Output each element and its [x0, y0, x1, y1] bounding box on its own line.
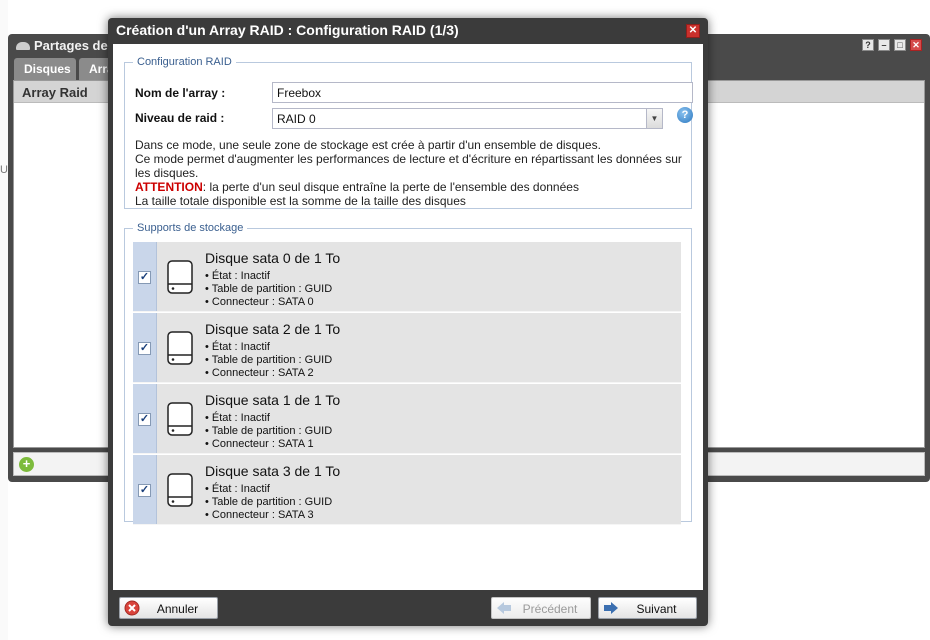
disk-row[interactable]: ✓ Disque sata 1 de 1 To • État : Inactif…	[133, 384, 681, 454]
previous-label: Précédent	[522, 602, 578, 616]
raid-config-fieldset: Configuration RAID Nom de l'array : Nive…	[124, 56, 693, 209]
total-size-text: La taille totale disponible est la somme…	[135, 194, 466, 208]
disk-partition-table: • Table de partition : GUID	[205, 496, 333, 508]
background-window-title: Partages de	[34, 38, 108, 53]
disk-partition-table: • Table de partition : GUID	[205, 283, 333, 295]
disk-connector: • Connecteur : SATA 2	[205, 367, 314, 379]
raid-level-label: Niveau de raid :	[135, 111, 225, 125]
drive-icon	[16, 42, 30, 50]
disk-checkbox[interactable]: ✓	[138, 342, 151, 355]
disk-state: • État : Inactif	[205, 412, 270, 424]
disk-partition-table: • Table de partition : GUID	[205, 354, 333, 366]
disk-name: Disque sata 1 de 1 To	[205, 392, 341, 408]
raid-creation-dialog: Création d'un Array RAID : Configuration…	[108, 18, 708, 626]
dialog-close-button[interactable]: ✕	[686, 24, 700, 38]
disk-list: ✓ Disque sata 0 de 1 To • État : Inactif…	[133, 242, 681, 526]
desktop-edge: U	[0, 0, 8, 640]
disk-checkbox[interactable]: ✓	[138, 271, 151, 284]
disk-connector: • Connecteur : SATA 3	[205, 509, 314, 521]
hard-drive-icon	[167, 402, 193, 436]
background-close-button[interactable]: ✕	[910, 39, 922, 51]
cancel-button[interactable]: Annuler	[119, 597, 218, 619]
help-button[interactable]: ?	[862, 39, 874, 51]
disk-checkbox[interactable]: ✓	[138, 413, 151, 426]
disk-row[interactable]: ✓ Disque sata 0 de 1 To • État : Inactif…	[133, 242, 681, 312]
array-name-label: Nom de l'array :	[135, 86, 226, 100]
raid-level-value: RAID 0	[277, 112, 316, 126]
tab-disques[interactable]: Disques	[14, 58, 76, 80]
attention-line: ATTENTION: la perte d'un seul disque ent…	[135, 180, 691, 194]
hard-drive-icon	[167, 260, 193, 294]
disk-name: Disque sata 0 de 1 To	[205, 250, 341, 266]
disk-checkbox[interactable]: ✓	[138, 484, 151, 497]
disk-state: • État : Inactif	[205, 341, 270, 353]
description-line-1: Dans ce mode, une seule zone de stockage…	[135, 138, 601, 152]
next-button[interactable]: Suivant	[598, 597, 697, 619]
next-label: Suivant	[636, 602, 677, 616]
description-line-2: Ce mode permet d'augmenter les performan…	[135, 152, 682, 166]
raid-level-select[interactable]: RAID 0 ▼	[272, 108, 663, 129]
disk-connector: • Connecteur : SATA 0	[205, 296, 314, 308]
array-name-input[interactable]	[272, 82, 693, 103]
cancel-label: Annuler	[156, 602, 199, 616]
attention-text: : la perte d'un seul disque entraîne la …	[202, 180, 579, 194]
disk-state: • État : Inactif	[205, 270, 270, 282]
attention-label: ATTENTION	[135, 180, 203, 194]
dialog-title: Création d'un Array RAID : Configuration…	[116, 22, 459, 38]
disk-row[interactable]: ✓ Disque sata 3 de 1 To • État : Inactif…	[133, 455, 681, 525]
maximize-button[interactable]: □	[894, 39, 906, 51]
help-icon[interactable]: ?	[677, 107, 693, 123]
add-icon[interactable]: +	[19, 457, 34, 472]
storage-fieldset: Supports de stockage ✓ Disque sata 0 de …	[124, 222, 692, 525]
hard-drive-icon	[167, 473, 193, 507]
disk-partition-table: • Table de partition : GUID	[205, 425, 333, 437]
left-edge-text: U	[0, 164, 8, 176]
disk-connector: • Connecteur : SATA 1	[205, 438, 314, 450]
chevron-down-icon[interactable]: ▼	[646, 109, 662, 128]
disk-state: • État : Inactif	[205, 483, 270, 495]
dialog-body: Configuration RAID Nom de l'array : Nive…	[113, 44, 703, 590]
config-legend: Configuration RAID	[137, 56, 232, 68]
dialog-footer: Annuler Précédent Suivant	[113, 593, 703, 623]
disk-name: Disque sata 3 de 1 To	[205, 463, 341, 479]
description-line-3: les disques.	[135, 166, 199, 180]
hard-drive-icon	[167, 331, 193, 365]
minimize-button[interactable]: –	[878, 39, 890, 51]
storage-legend: Supports de stockage	[137, 222, 244, 234]
disk-name: Disque sata 2 de 1 To	[205, 321, 341, 337]
previous-button[interactable]: Précédent	[491, 597, 591, 619]
disk-row[interactable]: ✓ Disque sata 2 de 1 To • État : Inactif…	[133, 313, 681, 383]
raid-description: Dans ce mode, une seule zone de stockage…	[135, 138, 691, 208]
